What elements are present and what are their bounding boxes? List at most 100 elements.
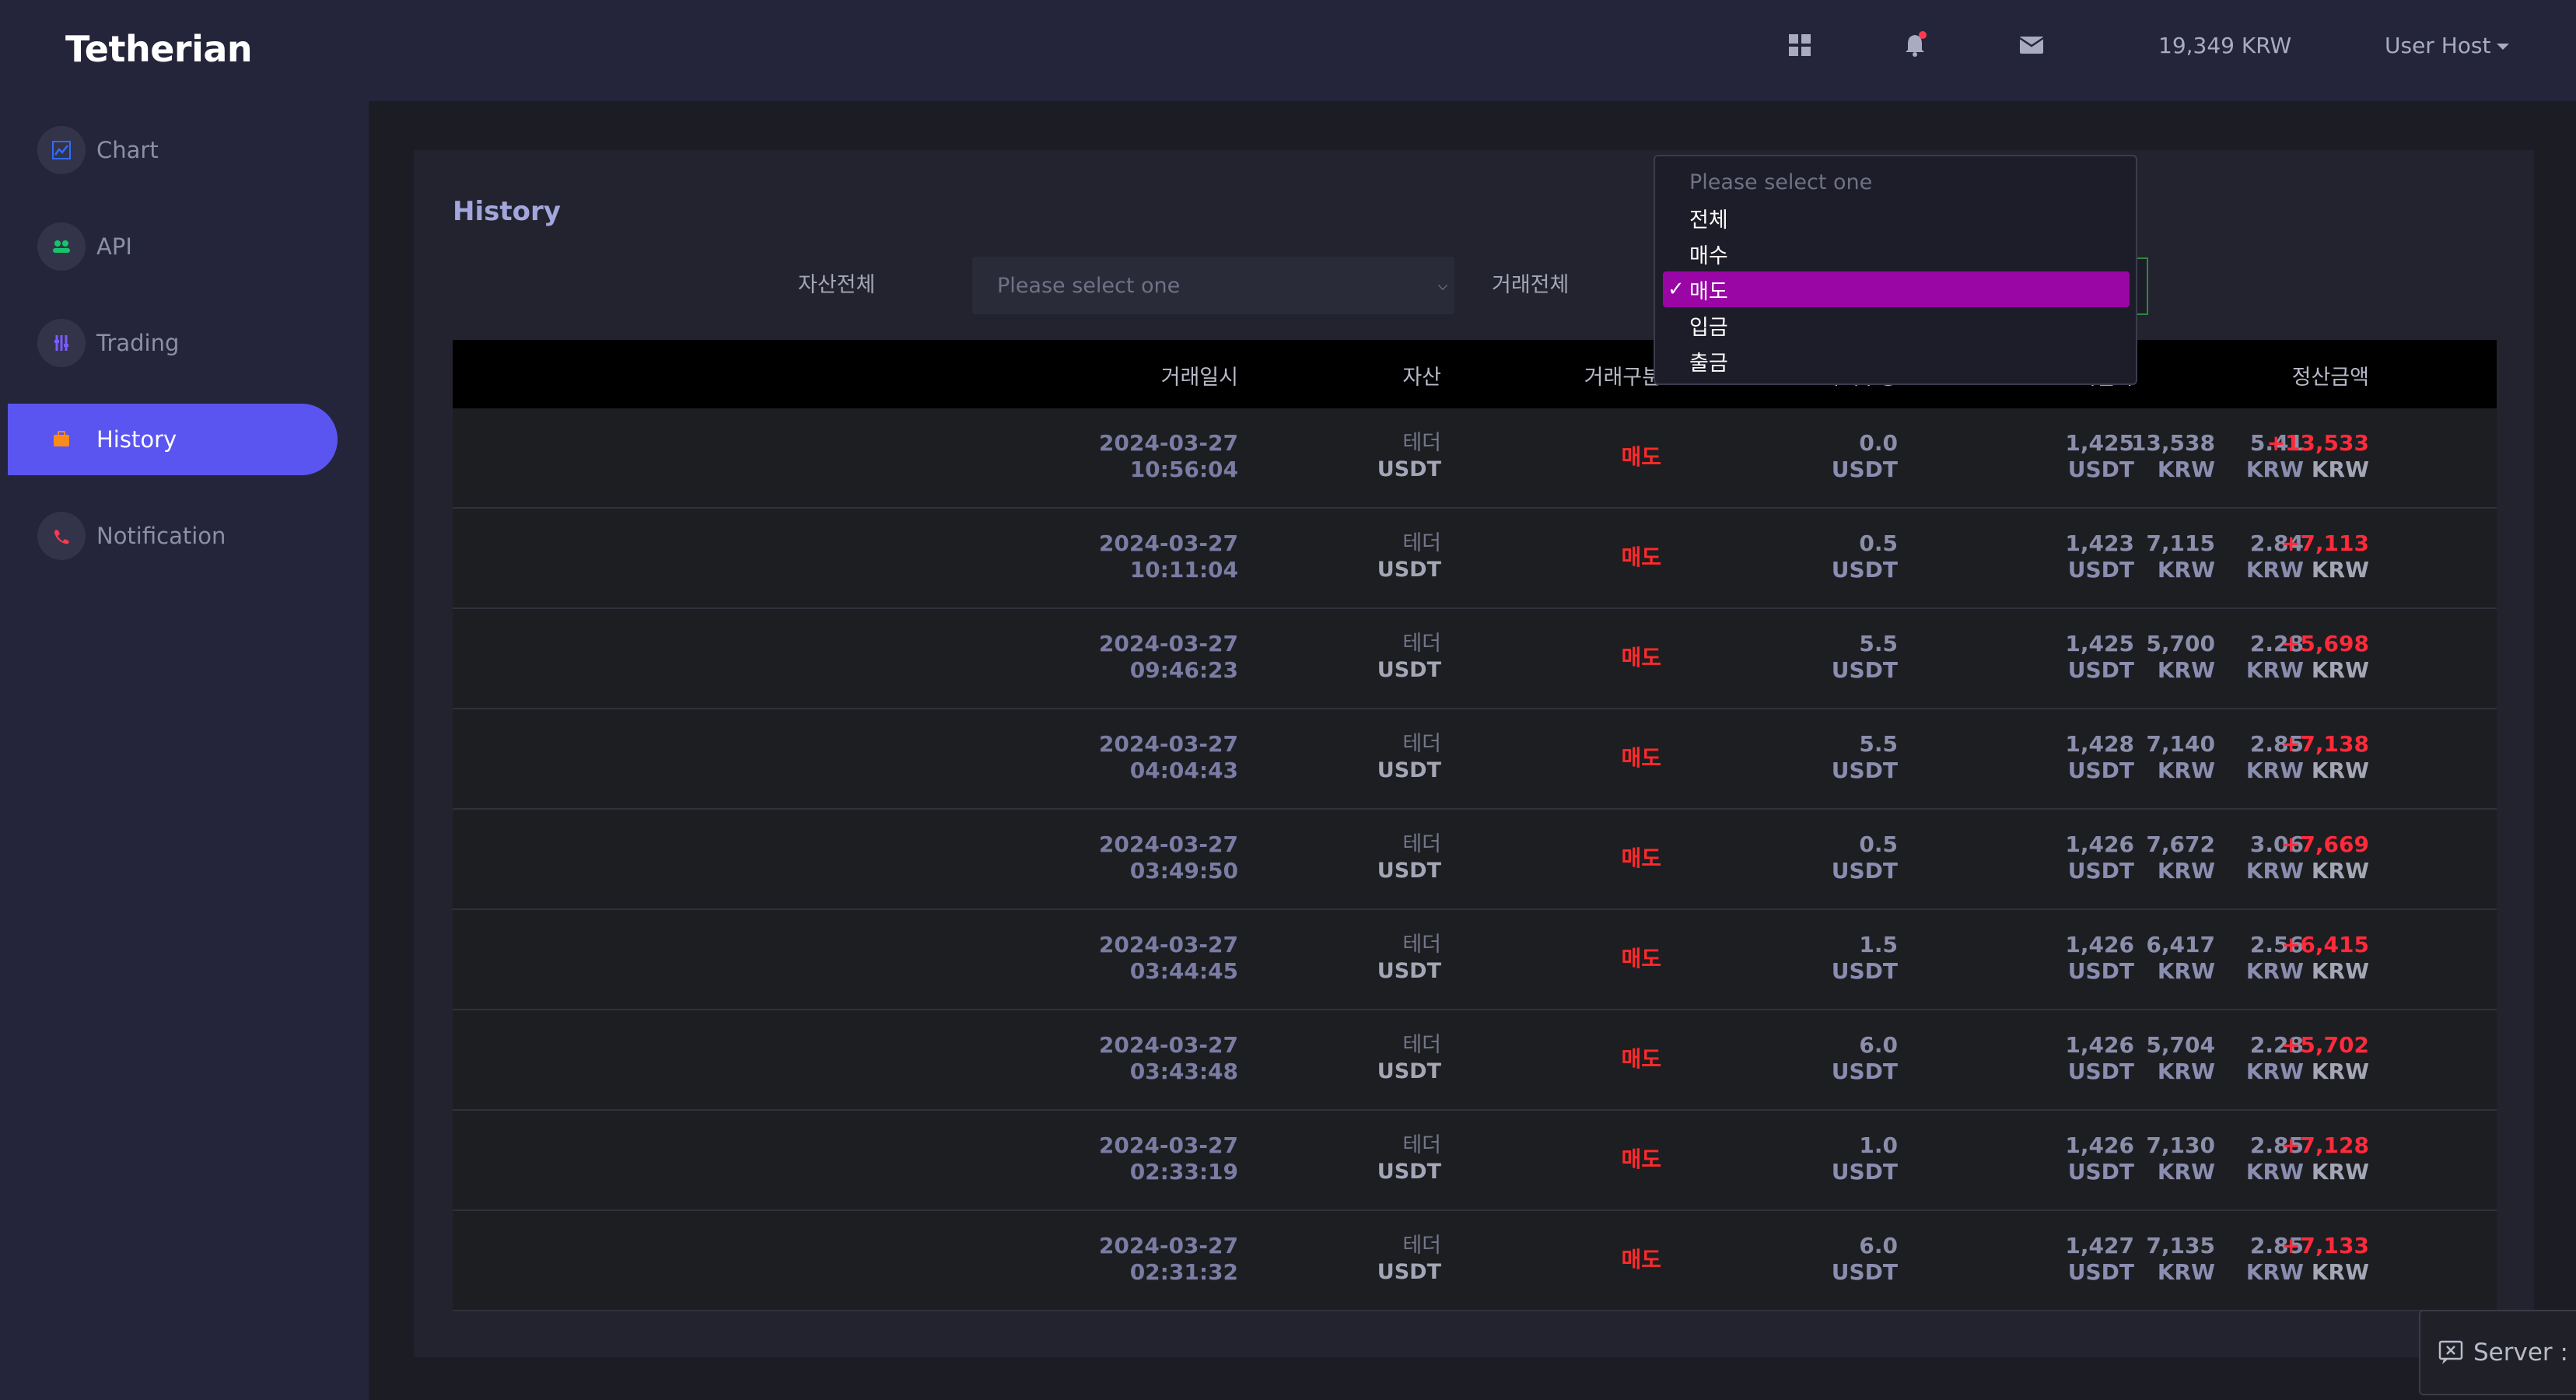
- cell-datetime-unit: 02:31:32: [1129, 1259, 1238, 1285]
- cell-price-value: 1,426: [2065, 831, 2134, 857]
- table-row[interactable]: 2024-03-27 03:44:45 테더 USDT 1.5 USDT 1,426 USDT…: [453, 910, 2497, 1010]
- cell-amount: 7,140 KRW: [2146, 731, 2215, 784]
- cell-price-value: 1,426: [2065, 932, 2134, 957]
- bell-icon[interactable]: [1901, 31, 1929, 59]
- cell-price-value: 1,425: [2065, 430, 2134, 456]
- cell-settle-unit: KRW: [2311, 457, 2369, 482]
- dropdown-option-withdraw[interactable]: 출금: [1663, 343, 2130, 379]
- cell-qty-unit: USDT: [1831, 457, 1898, 482]
- sidebar-item-chart[interactable]: Chart: [8, 114, 338, 186]
- cell-asset-value: 테더: [1402, 933, 1441, 957]
- cell-asset-value: 테더: [1402, 1033, 1441, 1057]
- sidebar-item-label: Chart: [96, 137, 159, 163]
- apps-grid-icon[interactable]: [1786, 31, 1814, 59]
- asset-select[interactable]: Please select one: [972, 257, 1454, 314]
- cell-asset-unit: USDT: [1377, 558, 1441, 582]
- cell-asset-value: 테더: [1402, 732, 1441, 756]
- user-menu[interactable]: User Host: [2385, 33, 2510, 58]
- cell-qty: 0.5 USDT: [1832, 831, 1898, 884]
- cell-datetime-unit: 04:04:43: [1129, 758, 1238, 783]
- cell-amount-unit: KRW: [2157, 758, 2215, 783]
- cell-price: 1,426 USDT: [2065, 1032, 2134, 1085]
- dropdown-placeholder: Please select one: [1689, 170, 1873, 194]
- cell-settle-value: +6,415: [2281, 932, 2369, 957]
- col-header-asset: 자산: [1402, 366, 1441, 390]
- mail-icon[interactable]: [2018, 31, 2046, 59]
- cell-settle-unit: KRW: [2311, 557, 2369, 583]
- cell-price-value: 1,428: [2065, 731, 2134, 757]
- cell-amount-unit: KRW: [2157, 1159, 2215, 1185]
- cell-settle-unit: KRW: [2311, 657, 2369, 683]
- cell-settle-value: +5,702: [2281, 1032, 2369, 1058]
- cell-asset: 테더 USDT: [1377, 1132, 1441, 1185]
- dropdown-option-deposit[interactable]: 입금: [1663, 307, 2130, 343]
- cell-price-unit: USDT: [2067, 858, 2134, 884]
- cell-datetime: 2024-03-27 10:56:04: [1099, 430, 1238, 483]
- cell-asset-unit: USDT: [1377, 1160, 1441, 1184]
- cell-amount-value: 7,135: [2146, 1233, 2215, 1258]
- table-row[interactable]: 2024-03-27 10:11:04 테더 USDT 0.5 USDT 1,423 USDT…: [453, 509, 2497, 609]
- cell-datetime-unit: 10:56:04: [1129, 457, 1238, 482]
- history-table: 거래일시 자산 거래구분 거래수량 체결가 정산금액 2024-03-2710:…: [453, 340, 2497, 1311]
- trade-type-dropdown[interactable]: Please select one 전체 매수 ✓ 매도 입금 출금: [1654, 155, 2137, 385]
- dropdown-option-buy[interactable]: 매수: [1663, 236, 2130, 271]
- cell-amount: 5,704 KRW: [2146, 1032, 2215, 1085]
- cell-qty: 1.5 USDT: [1832, 932, 1898, 985]
- cell-settle-unit: KRW: [2311, 1059, 2369, 1084]
- chevron-down-icon: [1438, 281, 1447, 290]
- cell-amount-value: 7,115: [2146, 530, 2215, 556]
- message-x-icon: [2438, 1340, 2463, 1364]
- trade-filter-label: 거래전체: [1492, 273, 1570, 297]
- table-row[interactable]: 2024-03-27 02:31:32 테더 USDT 6.0 USDT 1,427 USDT…: [453, 1211, 2497, 1311]
- brand-logo[interactable]: Tetherian: [65, 28, 253, 70]
- cell-settle-unit: KRW: [2311, 958, 2369, 984]
- dropdown-option-sell[interactable]: ✓ 매도: [1663, 271, 2130, 307]
- dropdown-option-label: 매도: [1689, 279, 1728, 304]
- cell-settle-unit: KRW: [2311, 858, 2369, 884]
- sidebar-item-label: History: [96, 426, 177, 453]
- cell-settle: +13,533 KRW: [2266, 430, 2369, 483]
- cell-price: 1,425 USDT: [2065, 430, 2134, 483]
- cell-qty-value: 1.5: [1859, 932, 1898, 957]
- cell-amount-unit: KRW: [2157, 557, 2215, 583]
- table-row[interactable]: 2024-03-27 03:43:48 테더 USDT 6.0 USDT 1,426 USDT…: [453, 1010, 2497, 1111]
- table-row[interactable]: 2024-03-27 02:33:19 테더 USDT 1.0 USDT 1,426 USDT…: [453, 1111, 2497, 1211]
- cell-amount: 13,538 KRW: [2131, 430, 2215, 483]
- table-header: 거래일시 자산 거래구분 거래수량 체결가 정산금액: [453, 340, 2497, 408]
- cell-amount: 7,672 KRW: [2146, 831, 2215, 884]
- sidebar-item-api[interactable]: API: [8, 211, 338, 282]
- cell-price-unit: USDT: [2067, 758, 2134, 783]
- cell-settle: +7,113 KRW: [2282, 530, 2369, 583]
- table-row[interactable]: 2024-03-27 04:04:43 테더 USDT 5.5 USDT 1,428 USDT…: [453, 709, 2497, 810]
- cell-price-value: 1,426: [2065, 1132, 2134, 1158]
- sidebar-item-trading[interactable]: Trading: [8, 307, 338, 379]
- cell-asset-unit: USDT: [1377, 658, 1441, 682]
- cell-settle-unit: KRW: [2311, 758, 2369, 783]
- cell-qty-value: 5.5: [1859, 731, 1898, 757]
- table-row[interactable]: 2024-03-27 09:46:23 테더 USDT 5.5 USDT 1,425 USDT…: [453, 609, 2497, 709]
- cell-amount-unit: KRW: [2157, 958, 2215, 984]
- cell-datetime: 2024-03-27 03:44:45: [1099, 932, 1238, 985]
- cell-amount: 6,417 KRW: [2146, 932, 2215, 985]
- cell-trade-type: 매도: [1621, 1247, 1661, 1272]
- page-title: History: [453, 196, 561, 227]
- cell-qty-value: 5.5: [1859, 631, 1898, 656]
- cell-datetime: 2024-03-27 04:04:43: [1099, 731, 1238, 784]
- history-icon: [37, 415, 86, 464]
- cell-qty-value: 0.0: [1859, 430, 1898, 456]
- cell-datetime-value: 2024-03-27: [1098, 631, 1238, 656]
- trading-icon: [37, 319, 86, 367]
- sidebar-item-history[interactable]: History: [8, 404, 338, 475]
- caret-down-icon: [2497, 44, 2510, 50]
- dropdown-option-all[interactable]: 전체: [1663, 200, 2130, 236]
- cell-amount-value: 5,700: [2146, 631, 2215, 656]
- table-row[interactable]: 2024-03-27 10:56:04 테더 USDT 0.0 USDT 1,425 USDT…: [453, 408, 2497, 509]
- cell-amount-value: 7,672: [2146, 831, 2215, 857]
- server-status-toast[interactable]: Server : C: [2419, 1310, 2576, 1395]
- sidebar-item-notification[interactable]: Notification: [8, 500, 338, 572]
- notification-icon: [37, 512, 86, 560]
- table-row[interactable]: 2024-03-27 03:49:50 테더 USDT 0.5 USDT 1,426 USDT…: [453, 810, 2497, 910]
- cell-trade-type: 매도: [1621, 544, 1661, 570]
- cell-settle-value: +13,533: [2266, 430, 2369, 456]
- trade-select-edge[interactable]: [2137, 257, 2148, 315]
